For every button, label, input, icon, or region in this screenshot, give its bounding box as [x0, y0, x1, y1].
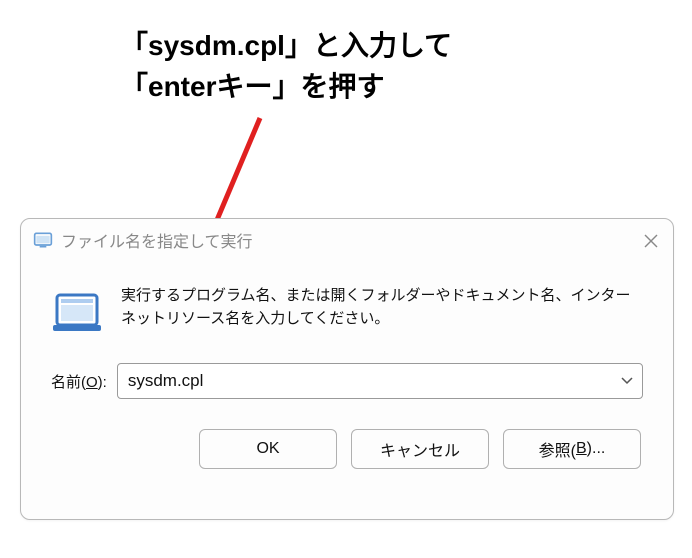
dialog-title: ファイル名を指定して実行 — [61, 228, 253, 252]
name-input[interactable] — [117, 363, 643, 399]
name-input-row: 名前(O): — [51, 363, 643, 399]
run-title-icon — [33, 230, 53, 250]
close-icon — [644, 234, 658, 248]
annotation-line2: 「enterキー」を押す — [120, 67, 452, 108]
cancel-button[interactable]: キャンセル — [351, 429, 489, 469]
run-dialog: ファイル名を指定して実行 実行するプログラム名、または開くフォルダーやドキュメン… — [20, 218, 674, 520]
name-combobox[interactable] — [117, 363, 643, 399]
ok-button[interactable]: OK — [199, 429, 337, 469]
dialog-content: 実行するプログラム名、または開くフォルダーやドキュメント名、インターネットリソー… — [21, 261, 673, 469]
browse-button[interactable]: 参照(B)... — [503, 429, 641, 469]
annotation-text: 「sysdm.cpl」と入力して 「enterキー」を押す — [120, 26, 452, 107]
instruction-text: 実行するプログラム名、または開くフォルダーやドキュメント名、インターネットリソー… — [121, 285, 643, 330]
annotation-line1: 「sysdm.cpl」と入力して — [120, 26, 452, 67]
run-program-icon — [51, 287, 103, 335]
name-label: 名前(O): — [51, 371, 107, 392]
close-button[interactable] — [637, 227, 665, 255]
info-row: 実行するプログラム名、または開くフォルダーやドキュメント名、インターネットリソー… — [51, 285, 643, 335]
title-bar: ファイル名を指定して実行 — [21, 219, 673, 261]
button-row: OK キャンセル 参照(B)... — [51, 429, 643, 469]
